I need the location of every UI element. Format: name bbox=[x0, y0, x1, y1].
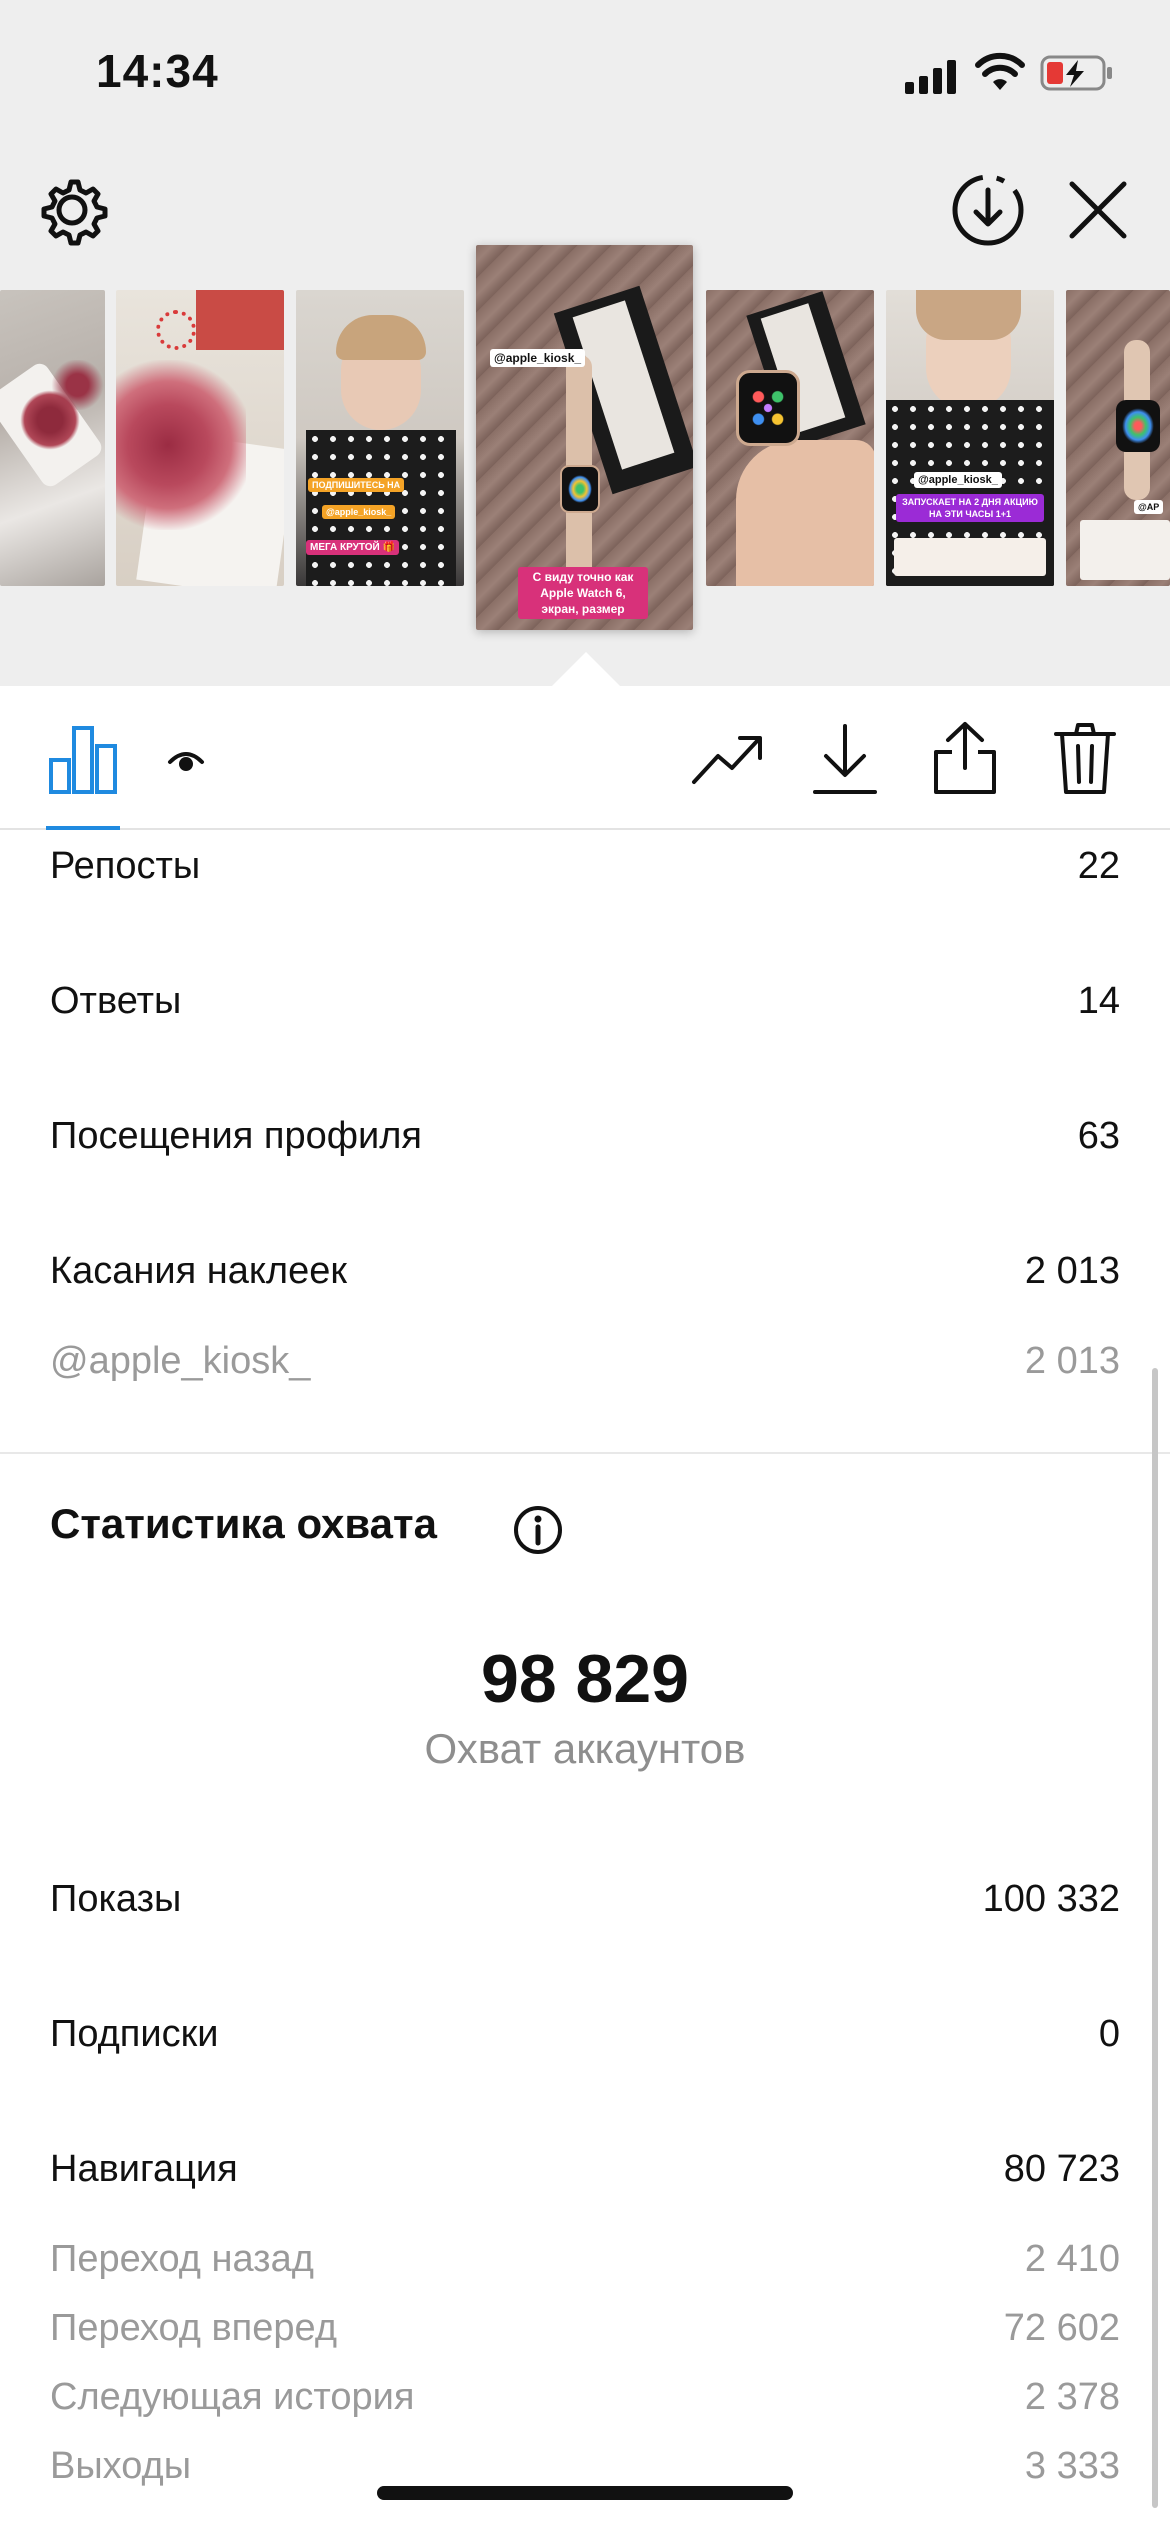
story-sticker-text: МЕГА КРУТОЙ 🎁 bbox=[306, 540, 399, 555]
story-mention-sticker: @apple_kiosk_ bbox=[914, 472, 1002, 488]
stat-value: 3 333 bbox=[1024, 2445, 1120, 2487]
story-thumb-6[interactable]: @apple_kiosk_ ЗАПУСКАЕТ НА 2 ДНЯ АКЦИЮ Н… bbox=[886, 290, 1054, 586]
stat-label: Подписки bbox=[50, 2013, 219, 2055]
story-caption-text: С виду точно как Apple Watch 6, экран, р… bbox=[518, 567, 648, 619]
stat-label: Показы bbox=[50, 1878, 182, 1920]
story-mention-sticker: @apple_kiosk_ bbox=[490, 349, 586, 367]
stat-value: 22 bbox=[1077, 845, 1120, 887]
story-mention-sticker: @apple_kiosk_ bbox=[322, 505, 396, 519]
stat-label: Касания наклеек bbox=[50, 1250, 347, 1292]
stat-value: 80 723 bbox=[1003, 2148, 1120, 2190]
stat-label: Ответы bbox=[50, 980, 182, 1022]
story-thumbnail-strip: ПОДПИШИТЕСЬ НА @apple_kiosk_ МЕГА КРУТОЙ… bbox=[0, 0, 1170, 686]
insights-bar-chart-icon[interactable] bbox=[46, 722, 120, 796]
stat-label: Навигация bbox=[50, 2148, 238, 2190]
section-divider bbox=[0, 1452, 1170, 1454]
delete-trash-icon[interactable] bbox=[1052, 720, 1118, 796]
scrollbar[interactable] bbox=[1152, 1368, 1158, 2508]
story-thumb-5[interactable] bbox=[706, 290, 874, 586]
stat-value: 2 013 bbox=[1024, 1340, 1120, 1382]
story-thumb-3[interactable]: ПОДПИШИТЕСЬ НА @apple_kiosk_ МЕГА КРУТОЙ… bbox=[296, 290, 464, 586]
story-mention-sticker: @AP bbox=[1134, 500, 1164, 514]
reach-section-title: Статистика охвата bbox=[50, 1500, 437, 1547]
stat-label: Посещения профиля bbox=[50, 1115, 422, 1157]
stat-value: 0 bbox=[1098, 2013, 1120, 2055]
stat-value: 63 bbox=[1077, 1115, 1120, 1157]
stat-label: @apple_kiosk_ bbox=[50, 1340, 311, 1382]
stat-value: 72 602 bbox=[1003, 2307, 1120, 2349]
accounts-reached-caption: Охват аккаунтов bbox=[424, 1725, 746, 1772]
story-caption-text: ЗАПУСКАЕТ НА 2 ДНЯ АКЦИЮ НА ЭТИ ЧАСЫ 1+1 bbox=[896, 494, 1044, 522]
insights-toolbar bbox=[0, 686, 1170, 830]
viewers-eye-icon[interactable] bbox=[166, 742, 206, 782]
stat-value: 14 bbox=[1077, 980, 1120, 1022]
story-thumb-4-selected[interactable]: @apple_kiosk_ С виду точно как Apple Wat… bbox=[476, 245, 693, 630]
story-thumb-2[interactable] bbox=[116, 290, 284, 586]
home-indicator[interactable] bbox=[377, 2486, 793, 2500]
download-icon[interactable] bbox=[812, 722, 878, 796]
stat-label: Выходы bbox=[50, 2445, 192, 2487]
stat-label: Переход назад bbox=[50, 2238, 314, 2280]
share-icon[interactable] bbox=[932, 720, 998, 796]
story-thumb-7[interactable]: @AP bbox=[1066, 290, 1170, 586]
stat-value: 2 410 bbox=[1024, 2238, 1120, 2280]
accounts-reached-value: 98 829 bbox=[481, 1641, 689, 1717]
promote-trending-icon[interactable] bbox=[690, 728, 764, 792]
stat-value: 100 332 bbox=[982, 1878, 1120, 1920]
stat-value: 2 013 bbox=[1024, 1250, 1120, 1292]
info-icon[interactable] bbox=[512, 1504, 564, 1556]
stat-label: Переход вперед bbox=[50, 2307, 337, 2349]
active-tab-indicator bbox=[46, 826, 120, 830]
stat-value: 2 378 bbox=[1024, 2376, 1120, 2418]
stat-label: Репосты bbox=[50, 845, 201, 887]
story-sticker-text: ПОДПИШИТЕСЬ НА bbox=[308, 478, 405, 492]
selected-story-pointer bbox=[552, 652, 620, 686]
story-thumb-1[interactable] bbox=[0, 290, 105, 586]
stat-label: Следующая история bbox=[50, 2376, 415, 2418]
